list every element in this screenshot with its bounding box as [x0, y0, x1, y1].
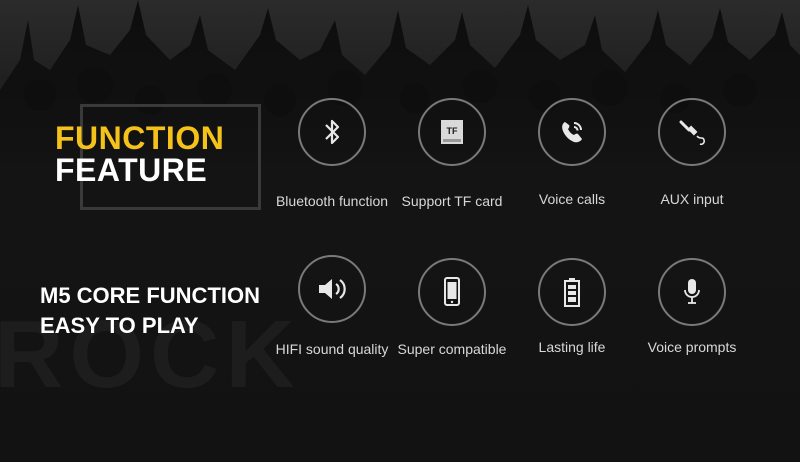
feature-super-compatible: Super compatible	[382, 258, 522, 357]
heading-line-2: FEATURE	[55, 152, 208, 188]
feature-label: Lasting life	[538, 339, 606, 355]
feature-bluetooth: Bluetooth function	[262, 98, 402, 209]
feature-voice-prompts: Voice prompts	[622, 258, 762, 355]
battery-icon	[538, 258, 606, 326]
phone-call-icon	[538, 98, 606, 166]
feature-lasting-life: Lasting life	[502, 258, 642, 355]
tf-card-text: TF	[447, 126, 458, 136]
feature-label: Voice calls	[538, 191, 606, 207]
bluetooth-icon	[298, 98, 366, 166]
feature-label: Bluetooth function	[275, 193, 389, 209]
speaker-icon	[298, 255, 366, 323]
feature-aux-input: AUX input	[622, 98, 762, 207]
subheading-line-1: M5 CORE FUNCTION	[40, 283, 260, 308]
feature-label: AUX input	[660, 191, 724, 207]
smartphone-icon	[418, 258, 486, 326]
feature-label: HIFI sound quality	[275, 341, 389, 357]
feature-tf-card: TF Support TF card	[382, 98, 522, 209]
feature-label: Voice prompts	[647, 339, 737, 355]
subheading-line-2: EASY TO PLAY	[40, 313, 199, 338]
feature-label: Support TF card	[401, 193, 503, 209]
aux-jack-icon	[658, 98, 726, 166]
feature-banner: ROCK FUNCTION FEATURE M5 CORE FUNCTION E…	[0, 0, 800, 462]
feature-label: Super compatible	[397, 341, 507, 357]
feature-voice-calls: Voice calls	[502, 98, 642, 207]
feature-hifi-sound: HIFI sound quality	[262, 255, 402, 357]
microphone-icon	[658, 258, 726, 326]
tf-card-icon: TF	[418, 98, 486, 166]
